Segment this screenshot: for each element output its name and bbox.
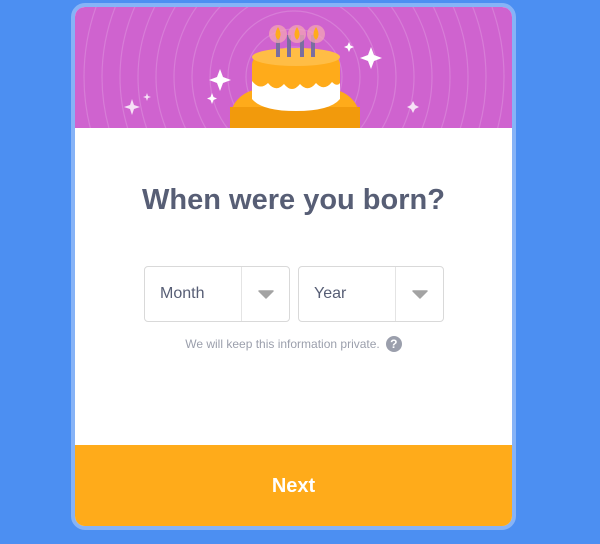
birthday-cake-illustration — [75, 7, 512, 128]
month-select[interactable]: Month — [144, 266, 290, 322]
year-select[interactable]: Year — [298, 266, 444, 322]
chevron-down-icon — [258, 290, 274, 299]
birthdate-dialog: When were you born? Month Year We will k… — [71, 3, 516, 530]
next-button[interactable]: Next — [75, 445, 512, 526]
help-icon[interactable]: ? — [385, 336, 402, 352]
year-select-value: Year — [314, 285, 347, 302]
chevron-down-icon — [412, 290, 428, 299]
birthdate-form: When were you born? Month Year We will k… — [75, 128, 512, 445]
dialog-title: When were you born? — [142, 184, 445, 216]
month-select-value: Month — [160, 285, 205, 302]
privacy-note-text: We will keep this information private. — [185, 337, 380, 351]
privacy-note: We will keep this information private.? — [75, 336, 512, 352]
select-divider — [241, 267, 242, 321]
birthday-banner — [75, 7, 512, 128]
select-divider — [395, 267, 396, 321]
